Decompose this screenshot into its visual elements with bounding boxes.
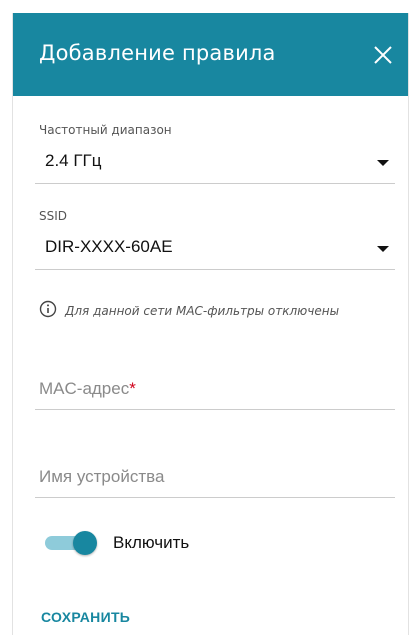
frequency-band-select[interactable]: 2.4 ГГц — [35, 147, 395, 184]
device-name-placeholder: Имя устройства — [39, 467, 165, 486]
toggle-knob — [73, 531, 97, 555]
ssid-label: SSID — [39, 209, 68, 223]
info-icon — [39, 300, 57, 323]
chevron-down-icon — [377, 160, 389, 166]
frequency-band-label: Частотный диапазон — [39, 123, 172, 137]
mac-address-field[interactable]: MAC-адрес* — [35, 375, 395, 410]
ssid-select[interactable]: DIR-XXXX-60AE — [35, 233, 395, 270]
frequency-band-value: 2.4 ГГц — [45, 151, 102, 170]
mac-filter-info: Для данной сети MAC-фильтры отключены — [39, 300, 340, 323]
mac-filter-info-text: Для данной сети MAC-фильтры отключены — [65, 304, 340, 318]
chevron-down-icon — [377, 246, 389, 252]
close-icon[interactable] — [371, 43, 395, 67]
mac-address-placeholder: MAC-адрес* — [39, 379, 136, 398]
dialog-header: Добавление правила — [13, 13, 408, 96]
enable-toggle[interactable] — [45, 529, 99, 557]
required-mark: * — [129, 379, 136, 398]
dialog-title: Добавление правила — [39, 41, 276, 65]
enable-row: Включить — [45, 529, 189, 557]
save-button[interactable]: СОХРАНИТЬ — [41, 609, 130, 625]
enable-label: Включить — [113, 533, 190, 552]
add-rule-dialog: Добавление правила Частотный диапазон 2.… — [12, 13, 409, 635]
device-name-field[interactable]: Имя устройства — [35, 463, 395, 498]
ssid-value: DIR-XXXX-60AE — [45, 237, 173, 256]
